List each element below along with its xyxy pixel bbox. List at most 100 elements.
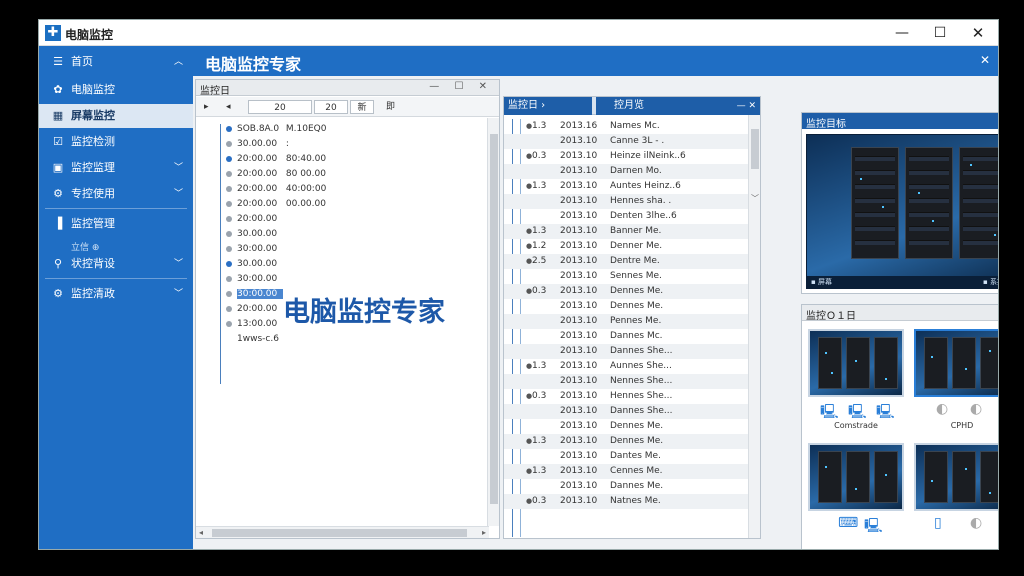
scroll-thumb[interactable]	[490, 134, 498, 504]
tab-monthly-view[interactable]: 控月览 — ✕	[596, 97, 760, 115]
log-version: 1.3	[532, 436, 547, 446]
tree-row[interactable]: 20:00.00 80 00.00	[226, 169, 326, 183]
last-page-button[interactable]: 即	[386, 100, 395, 114]
log-version: 0.3	[532, 496, 547, 506]
log-row[interactable]: ● 1.3 2013.10 Auntes Heinz..6	[504, 179, 748, 194]
log-row[interactable]: 2013.10 Dantes Me.	[504, 449, 748, 464]
tree-row[interactable]: 30.00.00	[226, 229, 283, 243]
log-row[interactable]: ● 1.2 2013.10 Denner Me.	[504, 239, 748, 254]
tree-row[interactable]: 20:00.00 40:00:00	[226, 184, 326, 198]
log-name: Dannes Mc.	[610, 331, 663, 341]
pager-toolbar: ▸ ◂ 20 20 新 即	[196, 97, 499, 117]
log-row[interactable]: ● 1.3 2013.16 Names Mc.	[504, 119, 748, 134]
tree-row[interactable]: SOB.8A.0 M.10EQ0	[226, 124, 326, 138]
horizontal-scrollbar[interactable]: ◂ ▸	[196, 526, 489, 538]
screen-preview-image[interactable]: ▪ 屏幕 ▪ 系控制	[806, 134, 998, 289]
panel-controls[interactable]: — ☐ ✕	[429, 81, 493, 92]
log-row[interactable]: 2013.10 Sennes Me.	[504, 269, 748, 284]
log-timestamp: 2013.10	[560, 481, 598, 491]
thumbnail[interactable]	[808, 443, 904, 511]
new-button[interactable]: 新	[350, 100, 374, 114]
panel-header: 监控目标 —	[802, 113, 998, 130]
tree-row[interactable]: 13:00.00	[226, 319, 283, 333]
chevron-down-icon[interactable]: ﹀	[751, 193, 759, 204]
sidebar-item-management[interactable]: ▐ 监控管理	[39, 212, 193, 236]
first-page-button[interactable]: ▸	[204, 100, 209, 114]
log-row[interactable]: 2013.10 Dennes Me.	[504, 419, 748, 434]
log-row[interactable]: 2013.10 Dannes Me.	[504, 479, 748, 494]
log-row[interactable]: 2013.10 Dennes Me.	[504, 299, 748, 314]
log-row[interactable]: 2013.10 Pennes Me.	[504, 314, 748, 329]
panel-controls[interactable]: — ✕	[737, 97, 756, 115]
scroll-thumb[interactable]	[212, 529, 467, 537]
scroll-left-icon[interactable]: ◂	[199, 528, 203, 537]
log-row[interactable]: 2013.10 Dannes Mc.	[504, 329, 748, 344]
log-timestamp: 2013.10	[560, 376, 598, 386]
page-input[interactable]: 20	[248, 100, 312, 114]
tree-row[interactable]: 20:00.00 80:40.00	[226, 154, 326, 168]
main-content: 监控日 — ☐ ✕ ▸ ◂ 20 20 新 即 SOB.8A.0 M.10EQ0…	[193, 76, 998, 549]
chevron-down-icon: ﹀	[173, 289, 183, 299]
tree-row-selected[interactable]: 30:00.00	[226, 289, 283, 303]
log-row[interactable]: 2013.10 Canne 3L - .	[504, 134, 748, 149]
prev-page-button[interactable]: ◂	[226, 100, 231, 114]
scroll-thumb[interactable]	[751, 129, 759, 169]
log-row[interactable]: ● 0.3 2013.10 Dennes Me.	[504, 284, 748, 299]
log-name: Denten 3lhe..6	[610, 211, 677, 221]
log-row[interactable]: ● 0.3 2013.10 Heinze ilNeink..6	[504, 149, 748, 164]
sidebar-item-usage[interactable]: ⚙ 专控使用 ﹀	[39, 182, 193, 206]
close-button[interactable]: ✕	[960, 22, 996, 44]
log-row[interactable]: ● 0.3 2013.10 Natnes Me.	[504, 494, 748, 509]
thumbnail[interactable]	[808, 329, 904, 397]
tree-row[interactable]: 30.00.00	[226, 259, 283, 273]
sidebar-item-monitor-supervise[interactable]: ▣ 监控监理 ﹀	[39, 156, 193, 180]
sidebar-item-pc-monitor[interactable]: ✿ 电脑监控	[39, 78, 193, 102]
tree-row[interactable]: 1wws-c.6	[226, 334, 283, 348]
log-timestamp: 2013.10	[560, 361, 598, 371]
tree-row[interactable]: 30.00.00 :	[226, 139, 289, 153]
log-name: Dennes Me.	[610, 286, 664, 296]
log-row[interactable]: ● 2.5 2013.10 Dentre Me.	[504, 254, 748, 269]
sidebar-item-screen-monitor[interactable]: ▦ 屏幕监控	[39, 104, 193, 128]
log-name: Dentre Me.	[610, 256, 660, 266]
sidebar-item-settings[interactable]: ⚲ 状控背设 ﹀	[39, 252, 193, 276]
grid-icon: ▦	[52, 109, 64, 122]
device-group: ◐ ◐ CPHD	[914, 401, 998, 431]
log-row[interactable]: 2013.10 Darnen Mo.	[504, 164, 748, 179]
sidebar-item-home[interactable]: ☰ 首页 ︿	[39, 50, 193, 74]
log-row[interactable]: ● 1.3 2013.10 Dennes Me.	[504, 434, 748, 449]
tree-row[interactable]: 20:00.00	[226, 214, 283, 228]
sidebar-divider	[45, 208, 187, 209]
header-close-icon[interactable]: ✕	[980, 53, 990, 67]
log-row[interactable]: 2013.10 Denten 3lhe..6	[504, 209, 748, 224]
sidebar-item-label: 监控检测	[71, 135, 115, 148]
log-row[interactable]: 2013.10 Hennes sha. .	[504, 194, 748, 209]
sidebar-item-monitor-check[interactable]: ☑ 监控检测	[39, 130, 193, 154]
tree-row[interactable]: 30:00.00	[226, 274, 283, 288]
sidebar-item-label: 监控监理	[71, 161, 115, 174]
log-row[interactable]: ● 1.3 2013.10 Cennes Me.	[504, 464, 748, 479]
maximize-button[interactable]: ☐	[922, 22, 958, 44]
log-row[interactable]: 2013.10 Nennes She...	[504, 374, 748, 389]
tree-row[interactable]: 20:00.00	[226, 304, 283, 318]
scroll-right-icon[interactable]: ▸	[482, 528, 486, 537]
log-timestamp: 2013.10	[560, 346, 598, 356]
tree-row[interactable]: 30:00.00	[226, 244, 283, 258]
thumbnail-selected[interactable]	[914, 329, 998, 397]
vertical-scrollbar[interactable]: ﹀	[748, 115, 760, 538]
log-row[interactable]: 2013.10 Dannes She...	[504, 344, 748, 359]
tab-monitor-log[interactable]: 监控日 ›	[504, 97, 592, 115]
node-dot	[226, 305, 232, 312]
log-row[interactable]: 2013.10 Dannes She...	[504, 404, 748, 419]
thumbnail[interactable]	[914, 443, 998, 511]
sidebar-item-clean[interactable]: ⚙ 监控清政 ﹀	[39, 282, 193, 306]
log-row[interactable]: ● 1.3 2013.10 Aunnes She...	[504, 359, 748, 374]
log-row[interactable]: ● 1.3 2013.10 Banner Me.	[504, 224, 748, 239]
bar-chart-icon: ▐	[53, 217, 63, 230]
log-row[interactable]: ● 0.3 2013.10 Hennes She...	[504, 389, 748, 404]
tree-row[interactable]: 20:00.00 00.00.00	[226, 199, 326, 213]
monitor-icon: 🖳	[864, 518, 883, 534]
vertical-scrollbar[interactable]	[487, 118, 499, 526]
sidebar-item-label: 监控管理	[71, 217, 115, 230]
minimize-button[interactable]: —	[884, 22, 920, 44]
